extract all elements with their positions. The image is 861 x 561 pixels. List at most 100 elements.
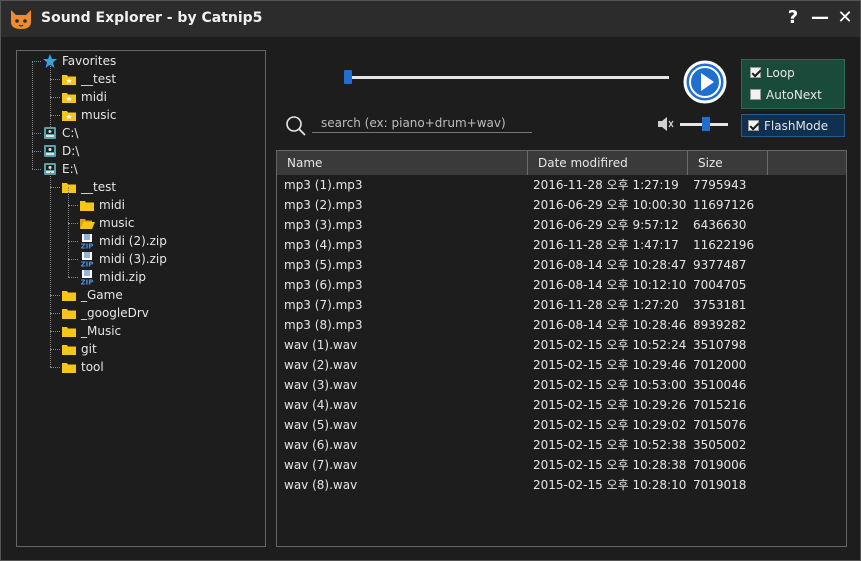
tree-connector <box>50 313 60 314</box>
flashmode-option[interactable]: FlashMode <box>741 114 845 137</box>
table-row[interactable]: mp3 (4).mp3 2016-11-28 오후 1:47:17 11622196 <box>277 235 846 255</box>
cell-size: 11622196 <box>693 238 755 252</box>
cell-date: 2016-08-14 오후 10:28:46 <box>533 318 687 332</box>
play-button[interactable] <box>683 60 727 104</box>
cell-size: 3753181 <box>693 298 747 312</box>
cell-name: wav (3).wav <box>284 378 358 392</box>
cell-date: 2016-06-29 오후 9:57:12 <box>533 218 679 232</box>
zip-icon: ZIP <box>79 251 95 269</box>
column-header-date[interactable]: Date modifired <box>528 151 688 175</box>
svg-text:ZIP: ZIP <box>81 279 94 286</box>
folder-star-icon <box>61 89 77 105</box>
cell-name: wav (4).wav <box>284 398 358 412</box>
table-row[interactable]: mp3 (6).mp3 2016-08-14 오후 10:12:10 7004705 <box>277 275 846 295</box>
volume-slider-handle[interactable] <box>702 117 710 131</box>
seek-bar-handle[interactable] <box>344 70 352 84</box>
cell-name: mp3 (5).mp3 <box>284 258 363 272</box>
table-row[interactable]: wav (4).wav 2015-02-15 오후 10:29:26 7015216 <box>277 395 846 415</box>
tree-connector <box>68 223 78 224</box>
tree-item-label: midi <box>99 198 125 212</box>
cell-name: mp3 (7).mp3 <box>284 298 363 312</box>
tree-item-label: E:\ <box>62 162 78 176</box>
tree-connector <box>32 133 41 134</box>
table-row[interactable]: wav (3).wav 2015-02-15 오후 10:53:00 3510046 <box>277 375 846 395</box>
cell-name: wav (8).wav <box>284 478 358 492</box>
table-row[interactable]: wav (2).wav 2015-02-15 오후 10:29:46 7012000 <box>277 355 846 375</box>
tree-item-label: midi <box>81 90 107 104</box>
tree-item-label: midi (2).zip <box>99 234 167 248</box>
svg-text:ZIP: ZIP <box>81 261 94 268</box>
cell-size: 7015076 <box>693 418 747 432</box>
cell-size: 8939282 <box>693 318 747 332</box>
table-row[interactable]: mp3 (2).mp3 2016-06-29 오후 10:00:30 1169712… <box>277 195 846 215</box>
tree-item-label: _Music <box>81 324 122 338</box>
tree-connector <box>50 79 60 80</box>
zip-icon: ZIP <box>79 269 95 287</box>
search-input[interactable] <box>312 113 532 133</box>
cell-name: mp3 (4).mp3 <box>284 238 363 252</box>
drive-icon <box>42 143 58 159</box>
file-list[interactable]: Name Date modifired Size mp3 (1).mp3 2016… <box>276 150 847 547</box>
table-row[interactable]: mp3 (7).mp3 2016-11-28 오후 1:27:20 3753181 <box>277 295 846 315</box>
cat-logo-icon <box>11 10 31 29</box>
tree-connector <box>50 295 60 296</box>
folder-icon <box>61 359 77 375</box>
cell-name: wav (2).wav <box>284 358 358 372</box>
tree-connector <box>68 259 78 260</box>
cell-size: 3505002 <box>693 438 747 452</box>
table-row[interactable]: mp3 (3).mp3 2016-06-29 오후 9:57:12 6436630 <box>277 215 846 235</box>
folder-star-icon <box>61 71 77 87</box>
folder-tree[interactable]: Favorites __test midi music C:\ D:\ E:\ __test m… <box>16 50 266 547</box>
autonext-checkbox[interactable] <box>750 89 761 100</box>
tree-connector <box>50 169 51 367</box>
cell-size: 11697126 <box>693 198 755 212</box>
folder-icon <box>61 179 77 195</box>
tree-connector <box>50 187 60 188</box>
tree-connector <box>50 367 60 368</box>
folder-icon <box>61 287 77 303</box>
loop-checkbox[interactable] <box>750 67 761 78</box>
table-row[interactable]: wav (1).wav 2015-02-15 오후 10:52:24 3510798 <box>277 335 846 355</box>
column-header-size[interactable]: Size <box>688 151 768 175</box>
folder-icon <box>61 323 77 339</box>
flashmode-checkbox[interactable] <box>748 120 759 131</box>
help-button[interactable]: ? <box>782 7 804 29</box>
cell-date: 2016-08-14 오후 10:12:10 <box>533 278 687 292</box>
cell-name: mp3 (8).mp3 <box>284 318 363 332</box>
close-button[interactable]: ✕ <box>834 7 856 29</box>
cell-name: mp3 (3).mp3 <box>284 218 363 232</box>
table-row[interactable]: wav (5).wav 2015-02-15 오후 10:29:02 7015076 <box>277 415 846 435</box>
folder-icon <box>61 305 77 321</box>
cell-name: mp3 (6).mp3 <box>284 278 363 292</box>
seek-bar-track[interactable] <box>344 76 669 79</box>
cell-date: 2015-02-15 오후 10:28:38 <box>533 458 687 472</box>
minimize-button[interactable]: — <box>809 7 831 29</box>
loop-label: Loop <box>766 66 795 80</box>
cell-name: mp3 (1).mp3 <box>284 178 363 192</box>
cell-size: 7012000 <box>693 358 747 372</box>
tree-item-label: git <box>81 342 97 356</box>
speaker-icon[interactable] <box>656 115 674 133</box>
table-row[interactable]: wav (7).wav 2015-02-15 오후 10:28:38 7019006 <box>277 455 846 475</box>
cell-date: 2015-02-15 오후 10:29:26 <box>533 398 687 412</box>
tree-item-label: music <box>81 108 117 122</box>
tree-item-label: midi.zip <box>99 270 147 284</box>
tree-connector <box>68 205 78 206</box>
autonext-label: AutoNext <box>766 88 822 102</box>
column-header-name[interactable]: Name <box>277 151 528 175</box>
folder-icon <box>79 197 95 213</box>
tree-connector <box>50 97 60 98</box>
table-row[interactable]: mp3 (5).mp3 2016-08-14 오후 10:28:47 9377487 <box>277 255 846 275</box>
table-row[interactable]: wav (6).wav 2015-02-15 오후 10:52:38 3505002 <box>277 435 846 455</box>
table-row[interactable]: mp3 (1).mp3 2016-11-28 오후 1:27:19 7795943 <box>277 175 846 195</box>
title-bar[interactable]: Sound Explorer - by Catnip5 ? — ✕ <box>1 1 860 37</box>
tree-item-label: music <box>99 216 135 230</box>
cell-size: 7795943 <box>693 178 747 192</box>
tree-connector <box>32 151 41 152</box>
table-row[interactable]: mp3 (8).mp3 2016-08-14 오후 10:28:46 8939282 <box>277 315 846 335</box>
flashmode-label: FlashMode <box>764 119 829 133</box>
tree-connector <box>32 61 41 62</box>
table-row[interactable]: wav (8).wav 2015-02-15 오후 10:28:10 7019018 <box>277 475 846 495</box>
cell-size: 3510046 <box>693 378 747 392</box>
window-title: Sound Explorer - by Catnip5 <box>41 10 263 26</box>
